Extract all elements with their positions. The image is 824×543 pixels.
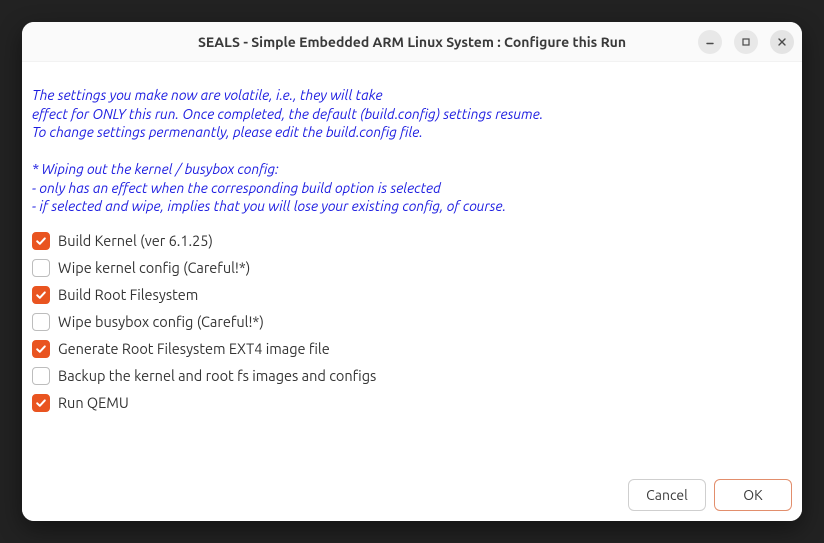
info-line: - only has an effect when the correspond…: [32, 180, 441, 196]
option-row: Backup the kernel and root fs images and…: [32, 367, 792, 385]
info-text: The settings you make now are volatile, …: [32, 68, 792, 216]
dialog-window: SEALS - Simple Embedded ARM Linux System…: [22, 22, 802, 521]
maximize-icon: [741, 37, 751, 47]
ok-button[interactable]: OK: [714, 479, 792, 511]
checkbox[interactable]: [32, 367, 50, 385]
check-icon: [35, 397, 47, 409]
dialog-content: The settings you make now are volatile, …: [22, 62, 802, 473]
titlebar[interactable]: SEALS - Simple Embedded ARM Linux System…: [22, 22, 802, 62]
info-line: effect for ONLY this run. Once completed…: [32, 106, 543, 122]
option-label: Run QEMU: [58, 394, 129, 411]
option-row: Build Kernel (ver 6.1.25): [32, 232, 792, 250]
option-label: Build Root Filesystem: [58, 286, 198, 303]
info-line: The settings you make now are volatile, …: [32, 87, 383, 103]
dialog-footer: Cancel OK: [22, 473, 802, 521]
maximize-button[interactable]: [734, 30, 758, 54]
option-row: Wipe kernel config (Careful!*): [32, 259, 792, 277]
checkbox[interactable]: [32, 394, 50, 412]
check-icon: [35, 343, 47, 355]
cancel-button[interactable]: Cancel: [628, 479, 706, 511]
close-button[interactable]: [770, 30, 794, 54]
option-label: Wipe kernel config (Careful!*): [58, 259, 250, 276]
option-label: Build Kernel (ver 6.1.25): [58, 232, 213, 249]
info-line: - if selected and wipe, implies that you…: [32, 198, 506, 214]
checkbox[interactable]: [32, 340, 50, 358]
info-line: To change settings permenantly, please e…: [32, 124, 423, 140]
minimize-icon: [705, 37, 715, 47]
checkbox[interactable]: [32, 286, 50, 304]
option-label: Wipe busybox config (Careful!*): [58, 313, 264, 330]
info-line: * Wiping out the kernel / busybox config…: [32, 161, 279, 177]
minimize-button[interactable]: [698, 30, 722, 54]
option-row: Run QEMU: [32, 394, 792, 412]
close-icon: [777, 37, 787, 47]
option-row: Generate Root Filesystem EXT4 image file: [32, 340, 792, 358]
option-row: Build Root Filesystem: [32, 286, 792, 304]
window-controls: [698, 22, 794, 61]
option-label: Backup the kernel and root fs images and…: [58, 367, 376, 384]
check-icon: [35, 289, 47, 301]
window-title: SEALS - Simple Embedded ARM Linux System…: [22, 34, 802, 50]
checkbox[interactable]: [32, 259, 50, 277]
option-row: Wipe busybox config (Careful!*): [32, 313, 792, 331]
option-label: Generate Root Filesystem EXT4 image file: [58, 340, 330, 357]
options-list: Build Kernel (ver 6.1.25) Wipe kernel con…: [32, 232, 792, 412]
check-icon: [35, 235, 47, 247]
checkbox[interactable]: [32, 313, 50, 331]
checkbox[interactable]: [32, 232, 50, 250]
